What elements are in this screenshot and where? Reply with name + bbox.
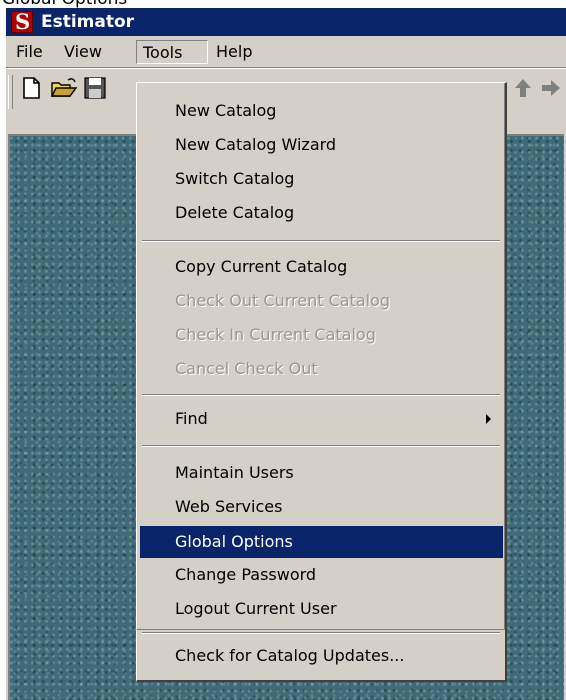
forward-arrow-icon[interactable] [538, 75, 564, 101]
menu-item-copy-current-catalog[interactable]: Copy Current Catalog [140, 251, 503, 283]
tools-dropdown-menu-bottom: Check for Catalog Updates... [136, 630, 507, 682]
menu-item-find-label: Find [175, 409, 208, 428]
page-header-text: Global Options [2, 0, 127, 8]
menu-separator [142, 240, 500, 242]
estimator-app-icon[interactable]: S [11, 10, 33, 34]
menu-item-change-password[interactable]: Change Password [140, 559, 503, 591]
estimator-window: S Estimator File View Tools Help New Cat… [6, 8, 566, 700]
toolbar-grip[interactable] [8, 75, 13, 109]
title-bar[interactable]: S Estimator [6, 8, 566, 36]
menu-separator [142, 394, 500, 396]
open-folder-icon[interactable] [50, 75, 78, 101]
menu-tools[interactable]: Tools [136, 40, 208, 64]
menu-separator [142, 445, 500, 447]
menu-item-global-options[interactable]: Global Options [140, 526, 503, 558]
menu-item-new-catalog-wizard[interactable]: New Catalog Wizard [140, 129, 503, 161]
menu-view[interactable]: View [58, 40, 108, 64]
menu-help[interactable]: Help [210, 40, 258, 64]
menu-item-find[interactable]: Find [140, 403, 503, 435]
menu-item-check-for-catalog-updates[interactable]: Check for Catalog Updates... [140, 640, 503, 672]
menu-item-delete-catalog[interactable]: Delete Catalog [140, 197, 503, 229]
menu-item-check-in-current-catalog: Check In Current Catalog [175, 325, 376, 344]
menu-item-new-catalog[interactable]: New Catalog [140, 95, 503, 127]
menu-item-maintain-users[interactable]: Maintain Users [140, 457, 503, 489]
menu-item-web-services[interactable]: Web Services [140, 491, 503, 523]
up-arrow-icon[interactable] [510, 75, 536, 101]
new-document-icon[interactable] [18, 75, 44, 101]
window-title: Estimator [41, 12, 135, 32]
menu-separator [142, 632, 500, 634]
submenu-arrow-icon [486, 414, 491, 424]
tools-dropdown-menu: New Catalog New Catalog Wizard Switch Ca… [136, 82, 507, 632]
menu-item-logout-current-user[interactable]: Logout Current User [140, 593, 503, 625]
menu-item-cancel-check-out: Cancel Check Out [175, 359, 318, 378]
menu-item-switch-catalog[interactable]: Switch Catalog [140, 163, 503, 195]
page-header: Global Options [0, 0, 566, 8]
save-icon[interactable] [82, 75, 108, 101]
menu-bar: File View Tools Help [6, 36, 566, 68]
menu-item-check-out-current-catalog: Check Out Current Catalog [175, 291, 391, 310]
menu-file[interactable]: File [10, 40, 49, 64]
